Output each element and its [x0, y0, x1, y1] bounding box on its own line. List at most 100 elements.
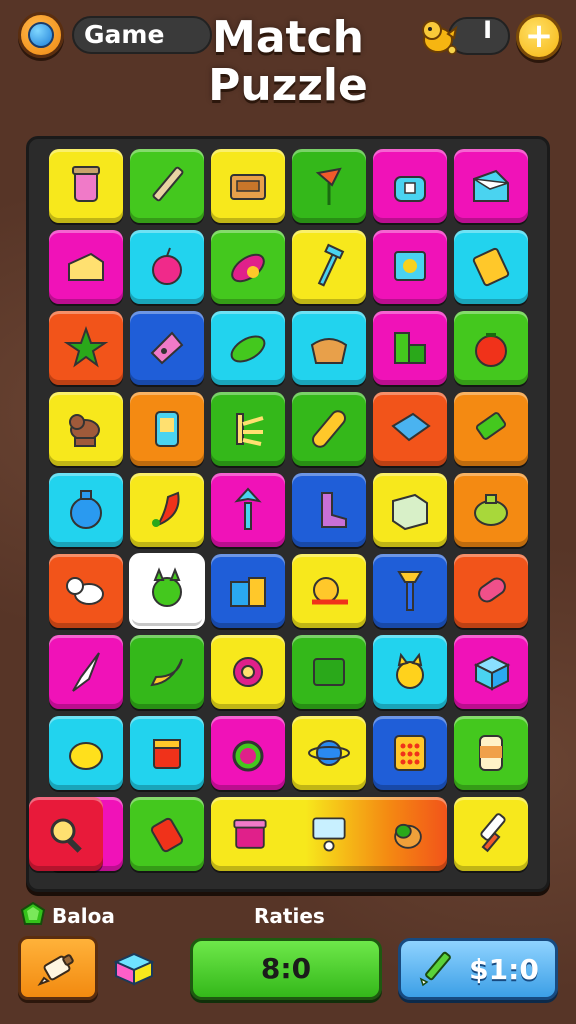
glue-tool-icon: [37, 954, 74, 987]
gift-icon: [233, 819, 267, 849]
flower-icon: [315, 167, 342, 205]
buy-button[interactable]: $1:0: [398, 938, 558, 1000]
board-tile[interactable]: [454, 311, 528, 385]
board-tile[interactable]: [373, 554, 447, 628]
board-tile[interactable]: [211, 473, 285, 547]
board-tile[interactable]: [454, 635, 528, 709]
sword-icon: [480, 813, 506, 853]
planet-icon: [308, 740, 350, 766]
board-tile[interactable]: [373, 311, 447, 385]
board-tile[interactable]: [454, 473, 528, 547]
bag-icon: [394, 176, 426, 202]
apple-icon: [152, 247, 182, 285]
board-tile[interactable]: [49, 635, 123, 709]
board-tile[interactable]: [292, 392, 366, 466]
board-tile[interactable]: [130, 797, 204, 871]
balance-label: Baloa: [52, 904, 115, 928]
lemon-icon: [69, 742, 103, 770]
tomato-icon: [475, 333, 507, 367]
board-tile[interactable]: [373, 392, 447, 466]
board-tile[interactable]: [130, 149, 204, 223]
board-tile[interactable]: [292, 716, 366, 790]
merged-tile[interactable]: [211, 797, 447, 871]
board-tile[interactable]: [373, 230, 447, 304]
board-tile[interactable]: [130, 392, 204, 466]
candy-icon: [478, 577, 506, 603]
banana-icon: [150, 658, 183, 687]
board-tile[interactable]: [292, 554, 366, 628]
board-tile[interactable]: [454, 230, 528, 304]
box-icon: [230, 174, 266, 200]
board-tile[interactable]: [49, 716, 123, 790]
fruit-icon: [393, 823, 422, 849]
rates-label: Raties: [254, 904, 325, 928]
map-icon: [392, 493, 428, 531]
board-tile[interactable]: [211, 392, 285, 466]
star-plant-icon: [63, 326, 109, 368]
lamb-icon: [66, 577, 104, 605]
board-tile[interactable]: [454, 149, 528, 223]
board-tile[interactable]: [292, 149, 366, 223]
cube-icon: [473, 655, 511, 691]
board-tile[interactable]: [130, 230, 204, 304]
board-tile[interactable]: [130, 716, 204, 790]
notebook-icon: [391, 412, 431, 442]
board-tile[interactable]: [130, 311, 204, 385]
add-coins-button[interactable]: +: [516, 14, 562, 60]
board-tile[interactable]: [130, 473, 204, 547]
board-tile[interactable]: [292, 473, 366, 547]
cup-icon: [72, 166, 100, 202]
brush-icon: [397, 571, 423, 611]
pencil-icon: [152, 166, 184, 202]
board-tile[interactable]: [454, 797, 528, 871]
basket-icon: [310, 338, 348, 364]
board-tile[interactable]: [49, 473, 123, 547]
gem-balance-icon: [20, 902, 46, 925]
board-tile[interactable]: [454, 716, 528, 790]
board-tile[interactable]: [211, 149, 285, 223]
coin-count: I: [483, 16, 492, 44]
scroll-icon: [150, 817, 184, 853]
card-icon: [313, 658, 345, 686]
board-tile[interactable]: [211, 635, 285, 709]
board-tile[interactable]: [49, 554, 123, 628]
board-tile[interactable]: [49, 392, 123, 466]
board-tile[interactable]: [211, 716, 285, 790]
board-tile[interactable]: [292, 230, 366, 304]
board-tile[interactable]: [211, 554, 285, 628]
board-tile[interactable]: [292, 635, 366, 709]
board-tile[interactable]: [373, 473, 447, 547]
ring-icon: [233, 657, 263, 687]
envelope-icon: [473, 169, 509, 202]
suitcase-icon: [230, 577, 266, 607]
board-tile[interactable]: [129, 553, 205, 629]
board-tile[interactable]: [29, 797, 103, 871]
pot-icon: [474, 494, 508, 526]
hammer-icon: [317, 243, 345, 287]
score-button[interactable]: 8:0: [190, 938, 382, 1000]
hint-tool-button[interactable]: [18, 936, 98, 1000]
board-tile[interactable]: [373, 716, 447, 790]
board-tile[interactable]: [454, 554, 528, 628]
board-tile[interactable]: [49, 230, 123, 304]
board-tile[interactable]: [49, 311, 123, 385]
gem-icon: [150, 331, 184, 365]
board-tile[interactable]: [373, 149, 447, 223]
phone-icon: [155, 411, 179, 447]
board-tile[interactable]: [211, 230, 285, 304]
boot-icon: [321, 492, 347, 528]
can-icon: [479, 735, 503, 771]
kitten-icon: [396, 652, 424, 689]
board-tile[interactable]: [211, 311, 285, 385]
book-icon: [472, 247, 510, 287]
board-tile[interactable]: [49, 149, 123, 223]
cheese-icon: [68, 252, 104, 281]
mirror-icon: [232, 740, 264, 772]
board-tile[interactable]: [130, 635, 204, 709]
board-tile[interactable]: [373, 635, 447, 709]
board-tile[interactable]: [292, 311, 366, 385]
board-tile[interactable]: [454, 392, 528, 466]
magnifier-icon: [50, 818, 82, 853]
block-stack-icon[interactable]: [112, 948, 156, 988]
buy-price: $1:0: [469, 952, 539, 986]
